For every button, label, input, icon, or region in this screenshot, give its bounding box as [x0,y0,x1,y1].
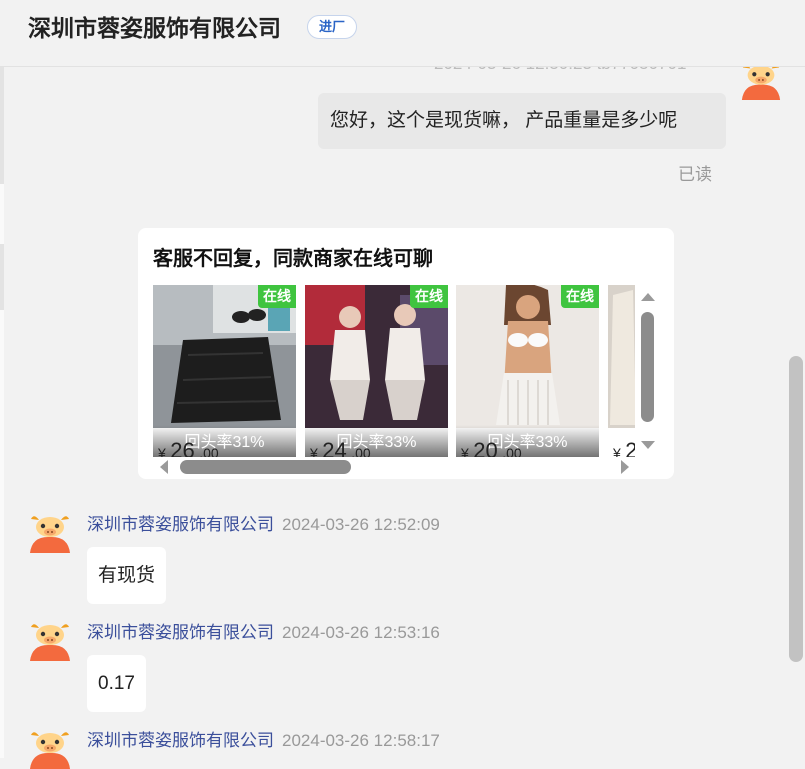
price-integer: 20 [473,438,498,457]
product-price: ¥ 24 .00 [310,438,371,457]
shop-title[interactable]: 深圳市蓉姿服饰有限公司 [28,13,281,43]
price-integer: 2 [625,438,635,457]
message-meta: 深圳市蓉姿服饰有限公司 2024-03-26 12:52:09 [87,510,440,535]
carousel-vertical-scrollbar[interactable] [638,290,658,452]
message-time: 2024-03-26 12:53:16 [282,623,440,642]
currency-symbol: ¥ [310,445,318,457]
online-badge: 在线 [561,285,599,308]
factory-tag[interactable]: 进厂 [307,15,358,39]
product-card[interactable]: 在线 回头率33% ¥ 20 .00 [456,285,599,457]
shop-avatar[interactable] [28,509,72,553]
product-price: ¥ 20 .00 [461,438,522,457]
product-price: ¥ 26 .00 [158,438,219,457]
message-time: 2024-03-26 12:52:09 [282,515,440,534]
price-integer: 24 [322,438,347,457]
message-meta: 深圳市蓉姿服饰有限公司 2024-03-26 12:58:17 [87,726,440,751]
outgoing-message-bubble[interactable]: 您好，这个是现货嘛， 产品重量是多少呢 [318,93,726,149]
product-card[interactable]: ¥ 2 [608,285,635,457]
message-time: 2024-03-26 12:58:17 [282,731,440,750]
product-price: ¥ 2 [613,438,635,457]
chat-scrollbar-thumb[interactable] [789,356,803,662]
product-carousel[interactable]: 在线 回头率31% ¥ 26 .00 在线 回头率33% ¥ 24 .00 在线… [153,285,635,457]
online-badge: 在线 [410,285,448,308]
product-image[interactable] [608,285,635,428]
scrollbar-thumb[interactable] [641,312,654,422]
shop-avatar[interactable] [28,725,72,769]
product-card[interactable]: 在线 回头率33% ¥ 24 .00 [305,285,448,457]
left-edge-mark [0,244,4,310]
recommendation-title: 客服不回复，同款商家在线可聊 [153,248,433,270]
left-edge [0,0,4,758]
sender-name[interactable]: 深圳市蓉姿服饰有限公司 [87,731,274,750]
currency-symbol: ¥ [461,445,469,457]
message-meta: 深圳市蓉姿服饰有限公司 2024-03-26 12:53:16 [87,618,440,643]
scrollbar-thumb[interactable] [180,460,351,474]
scroll-down-arrow-icon[interactable] [641,441,655,449]
price-decimal: .00 [351,445,371,457]
product-card[interactable]: 在线 回头率31% ¥ 26 .00 [153,285,296,457]
chat-header: 深圳市蓉姿服饰有限公司 进厂 [0,0,805,67]
currency-symbol: ¥ [613,445,621,457]
price-decimal: .00 [199,445,219,457]
shop-avatar[interactable] [28,617,72,661]
price-integer: 26 [170,438,195,457]
online-badge: 在线 [258,285,296,308]
scroll-left-arrow-icon[interactable] [160,460,168,474]
sender-name[interactable]: 深圳市蓉姿服饰有限公司 [87,515,274,534]
sender-name[interactable]: 深圳市蓉姿服饰有限公司 [87,623,274,642]
scroll-right-arrow-icon[interactable] [621,460,629,474]
scroll-up-arrow-icon[interactable] [641,293,655,301]
left-edge-mark [0,66,4,184]
incoming-message-bubble[interactable]: 0.17 [87,655,146,712]
recommendation-card: 客服不回复，同款商家在线可聊 在线 回头率31% ¥ 26 .00 在线 回头率… [138,228,674,479]
price-decimal: .00 [502,445,522,457]
incoming-message-bubble[interactable]: 有现货 [87,547,167,604]
carousel-horizontal-scrollbar[interactable] [153,457,635,477]
currency-symbol: ¥ [158,445,166,457]
read-status: 已读 [678,165,712,184]
